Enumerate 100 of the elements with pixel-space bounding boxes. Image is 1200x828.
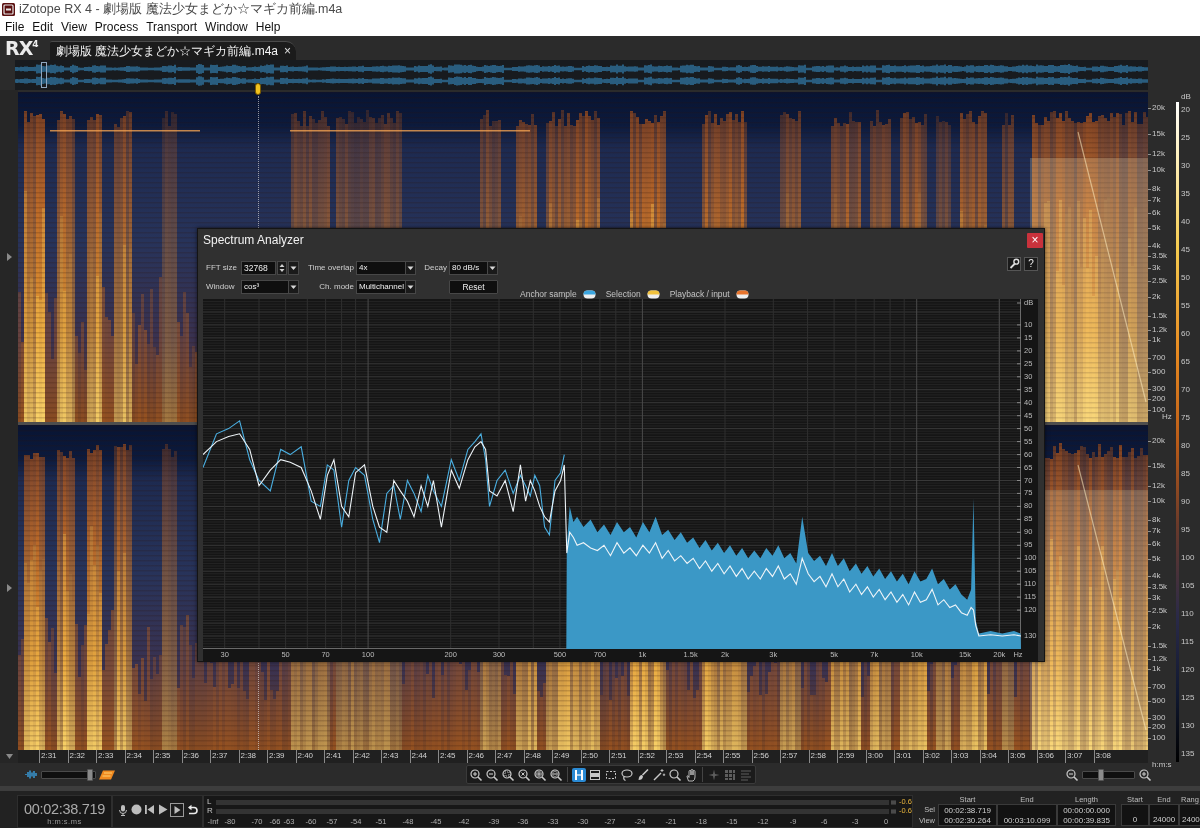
time-label: 2:38 <box>238 750 267 763</box>
dialog-title: Spectrum Analyzer <box>203 232 304 249</box>
zoom-in-icon[interactable] <box>469 767 483 782</box>
color-scale-label: 25 <box>1181 133 1191 143</box>
microphone-icon[interactable] <box>117 803 130 816</box>
time-label: 2:58 <box>808 750 837 763</box>
menu-item[interactable]: Edit <box>28 19 58 35</box>
frequency-label: 20k <box>1152 103 1165 114</box>
boxed-play-icon[interactable] <box>169 802 184 817</box>
color-scale-label: 30 <box>1181 161 1191 171</box>
time-label: 3:05 <box>1008 750 1037 763</box>
color-scale-label: 125 <box>1181 693 1195 703</box>
zoom-out-icon[interactable] <box>485 767 499 782</box>
time-label: 2:36 <box>181 750 210 763</box>
input-field[interactable]: 32768 <box>241 261 276 275</box>
dropdown[interactable]: Multichannel <box>356 280 416 294</box>
color-scale-label: 80 <box>1181 441 1191 451</box>
slider-thumb[interactable] <box>86 768 93 781</box>
frequency-label: 1.5k <box>1152 640 1168 651</box>
playhead-marker[interactable] <box>255 83 261 95</box>
table-cell: 0 <box>1121 804 1149 826</box>
caret-icon[interactable] <box>288 261 299 275</box>
blend-slider[interactable] <box>41 770 96 779</box>
time-label: 2:55 <box>723 750 752 763</box>
hand-icon[interactable] <box>684 767 698 782</box>
caret-icon[interactable] <box>405 280 416 294</box>
file-tab[interactable]: 劇場版 魔法少女まどか☆マギカ前編.m4a × <box>50 41 296 60</box>
legend-label: Playback / input <box>669 289 730 299</box>
reset-button[interactable]: Reset <box>449 280 498 294</box>
app-logo: RX$^{4}$ <box>5 38 40 58</box>
menu-item[interactable]: File <box>1 19 29 35</box>
dropdown[interactable]: cos³ <box>241 280 299 294</box>
zoom-slider[interactable] <box>1082 770 1135 779</box>
zoom-fit-icon[interactable] <box>517 767 531 782</box>
skip-back-icon[interactable] <box>144 804 156 815</box>
zoom-in-icon[interactable] <box>533 767 547 782</box>
menu-item[interactable]: Help <box>251 19 285 35</box>
loop-icon[interactable] <box>185 803 198 816</box>
time-label: 2:53 <box>666 750 695 763</box>
color-scale-label: 90 <box>1181 497 1191 507</box>
time-label: 2:52 <box>637 750 666 763</box>
lasso-icon[interactable] <box>620 767 634 782</box>
time-label: 3:04 <box>979 750 1008 763</box>
close-button[interactable]: × <box>284 45 291 57</box>
frequency-label: 2k <box>1152 621 1161 632</box>
time-selection-icon[interactable] <box>572 767 586 782</box>
menu-item[interactable]: Window <box>201 19 252 35</box>
frequency-label: 100 <box>1152 404 1166 414</box>
frequency-label: 3k <box>1152 593 1161 604</box>
dropdown[interactable]: 4x <box>356 261 416 275</box>
spectrogram-icon[interactable] <box>99 769 115 780</box>
time-label: 3:07 <box>1065 750 1094 763</box>
frequency-label: 300 <box>1152 384 1166 394</box>
caret-icon[interactable] <box>487 261 498 275</box>
brush-icon[interactable] <box>636 767 650 782</box>
close-button[interactable]: × <box>1027 232 1043 248</box>
caret-icon[interactable] <box>288 280 299 294</box>
frequency-label: 7k <box>1152 194 1161 205</box>
triangle-icon[interactable] <box>6 583 12 592</box>
unit-label: dB <box>1181 92 1192 102</box>
dropdown[interactable]: 80 dB/s <box>449 261 498 275</box>
zoom-out-icon[interactable] <box>1065 767 1079 782</box>
menu-item[interactable]: View <box>57 19 91 35</box>
frequency-label: 1.2k <box>1152 324 1168 335</box>
table-cell: 00:02:30.264 <box>938 815 997 826</box>
spin-arrows-icon[interactable] <box>277 261 287 275</box>
time-label: 2:39 <box>267 750 296 763</box>
zoom-icon[interactable] <box>668 767 682 782</box>
color-scale-label: 70 <box>1181 385 1191 395</box>
frequency-label: 300 <box>1152 712 1166 723</box>
frequency-label: 4k <box>1152 571 1161 582</box>
frequency-label: 12k <box>1152 480 1165 491</box>
frequency-selection-icon[interactable] <box>588 767 602 782</box>
table-cell: 2400 <box>1179 804 1200 826</box>
triangle-icon[interactable] <box>6 253 12 261</box>
menu-item[interactable]: Process <box>90 19 143 35</box>
frequency-label: 7k <box>1152 526 1161 537</box>
color-scale-label: 45 <box>1181 245 1191 255</box>
triangle-icon[interactable] <box>5 754 13 759</box>
time-label: 2:49 <box>552 750 581 763</box>
wrench-icon[interactable] <box>1007 257 1021 271</box>
unit-label: h:m:s <box>1152 760 1172 769</box>
menu-item[interactable]: Transport <box>142 19 202 35</box>
play-icon[interactable] <box>157 804 168 815</box>
help-button[interactable]: ? <box>1024 257 1038 271</box>
zoom-selection-icon[interactable] <box>501 767 515 782</box>
slider-thumb[interactable] <box>1098 768 1105 781</box>
time-label: 2:50 <box>580 750 609 763</box>
legend-label: Anchor sample <box>520 289 577 299</box>
caret-icon[interactable] <box>405 261 416 275</box>
color-scale-label: 135 <box>1181 749 1195 759</box>
zoom-out-icon[interactable] <box>549 767 563 782</box>
time-label: 2:56 <box>751 750 780 763</box>
record-icon[interactable] <box>131 804 143 815</box>
time-label: 2:46 <box>466 750 495 763</box>
field-label: Ch. mode <box>318 281 354 293</box>
frequency-label: 700 <box>1152 352 1166 363</box>
waveform-icon[interactable] <box>25 770 38 779</box>
zoom-in-icon[interactable] <box>1138 767 1152 782</box>
magic-wand-icon[interactable] <box>652 767 666 782</box>
